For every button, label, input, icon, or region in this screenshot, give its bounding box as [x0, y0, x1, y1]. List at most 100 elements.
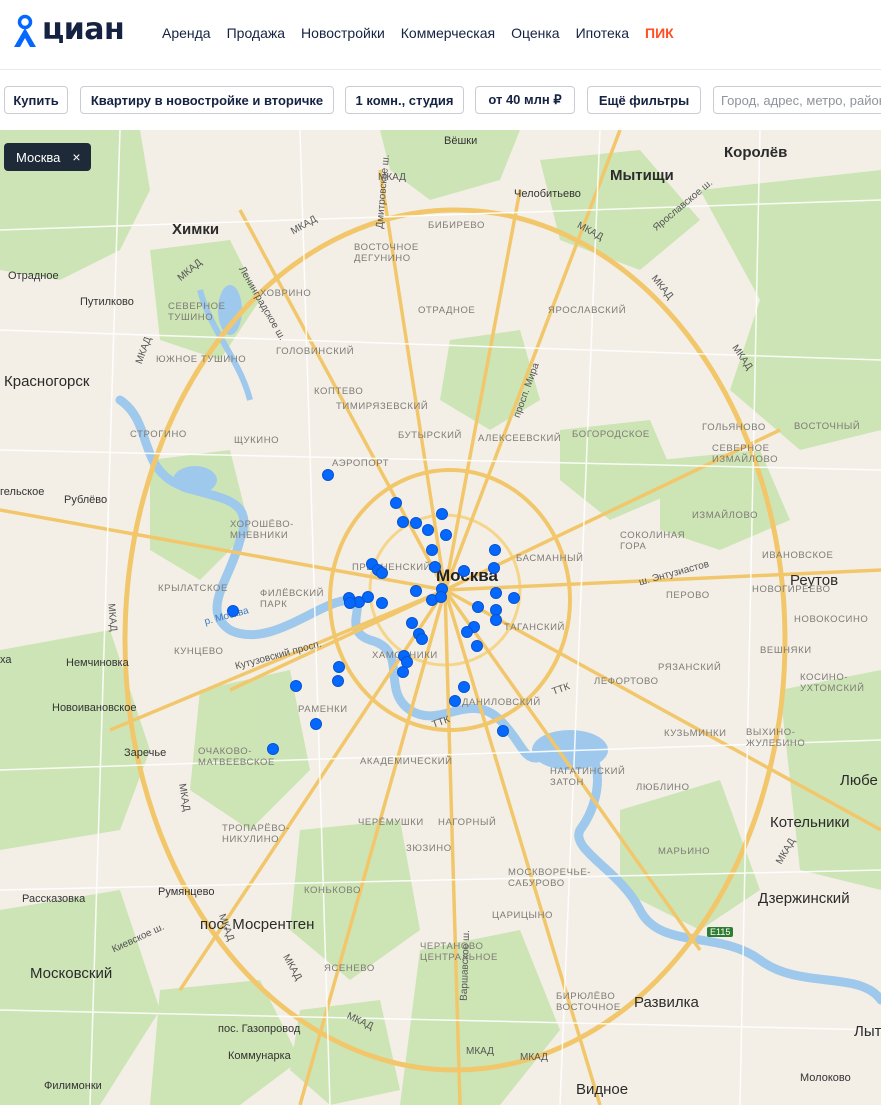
listing-marker[interactable] [440, 529, 452, 541]
district-label: ЦАРИЦЫНО [492, 910, 554, 921]
district-label: МОСКВОРЕЧЬЕ-САБУРОВО [508, 867, 592, 889]
price-button[interactable]: от 40 млн ₽ [475, 86, 575, 114]
town-label: ха [0, 654, 12, 666]
listing-marker[interactable] [489, 544, 501, 556]
pin-logo-icon [12, 9, 38, 49]
district-label: КУНЦЕВО [174, 646, 224, 657]
town-label: Румянцево [158, 886, 215, 898]
district-label: СТРОГИНО [130, 429, 187, 440]
listing-marker[interactable] [362, 591, 374, 603]
city-label: Развилка [634, 994, 699, 1011]
listing-marker[interactable] [406, 617, 418, 629]
listing-marker[interactable] [376, 567, 388, 579]
district-label: ХОРОШЁВО-МНЕВНИКИ [230, 519, 294, 541]
listing-marker[interactable] [267, 743, 279, 755]
listing-marker[interactable] [490, 614, 502, 626]
listing-marker[interactable] [422, 524, 434, 536]
district-label: СОКОЛИНАЯ ГОРА [620, 530, 686, 552]
listing-marker[interactable] [490, 587, 502, 599]
district-label: ЛЮБЛИНО [636, 782, 690, 793]
road-label: МКАД [105, 603, 119, 632]
district-label: ТАГАНСКИЙ [504, 622, 565, 633]
nav-rent[interactable]: Аренда [162, 25, 211, 41]
district-label: КРЫЛАТСКОЕ [158, 583, 228, 594]
nav-sale[interactable]: Продажа [227, 25, 285, 41]
city-label: Химки [172, 221, 220, 238]
main-nav: Аренда Продажа Новостройки Коммерческая … [162, 25, 690, 41]
listing-marker[interactable] [416, 633, 428, 645]
district-label: ИВАНОВСКОЕ [762, 550, 834, 561]
town-label: Новоивановское [52, 702, 137, 714]
listing-marker[interactable] [227, 605, 239, 617]
district-label: МАРЬИНО [658, 846, 711, 857]
town-label: Молоково [800, 1072, 851, 1084]
nav-mortgage[interactable]: Ипотека [576, 25, 629, 41]
town-label: Отрадное [8, 270, 59, 282]
city-label: Красногорск [4, 373, 90, 390]
listing-marker[interactable] [344, 597, 356, 609]
city-label: Любе [840, 772, 878, 789]
listing-marker[interactable] [429, 561, 441, 573]
town-label: Рассказовка [22, 893, 86, 905]
search-input[interactable] [713, 86, 881, 114]
nav-valuation[interactable]: Оценка [511, 25, 560, 41]
town-label: Коммунарка [228, 1050, 291, 1062]
map[interactable]: Москва × Москва Химки Мытищи Королёв Кра… [0, 130, 881, 1105]
route-badge: E115 [707, 927, 734, 937]
listing-marker[interactable] [290, 680, 302, 692]
town-label: Путилково [80, 296, 134, 308]
listing-marker[interactable] [390, 497, 402, 509]
listing-marker[interactable] [410, 517, 422, 529]
listing-marker[interactable] [471, 640, 483, 652]
listing-marker[interactable] [410, 585, 422, 597]
district-label: ВОСТОЧНОЕ ДЕГУНИНО [354, 242, 419, 264]
listing-marker[interactable] [322, 469, 334, 481]
city-label: Дзержинский [758, 890, 850, 907]
listing-marker[interactable] [458, 681, 470, 693]
more-filters-button[interactable]: Ещё фильтры [587, 86, 701, 114]
close-icon[interactable]: × [72, 149, 80, 165]
city-label: Лыт [854, 1023, 881, 1040]
district-label: КОСИНО-УХТОМСКИЙ [800, 672, 865, 694]
city-label: Королёв [724, 144, 788, 161]
district-label: ТИМИРЯЗЕВСКИЙ [336, 401, 429, 412]
listing-marker[interactable] [472, 601, 484, 613]
region-chip[interactable]: Москва × [4, 143, 91, 171]
deal-type-button[interactable]: Купить [4, 86, 68, 114]
listing-marker[interactable] [508, 592, 520, 604]
district-label: НАГОРНЫЙ [438, 817, 497, 828]
listing-marker[interactable] [397, 666, 409, 678]
district-label: ДАНИЛОВСКИЙ [462, 697, 541, 708]
listing-marker[interactable] [488, 562, 500, 574]
listing-marker[interactable] [426, 544, 438, 556]
listing-marker[interactable] [376, 597, 388, 609]
listing-marker[interactable] [332, 675, 344, 687]
object-type-button[interactable]: Квартиру в новостройке и вторичке [80, 86, 334, 114]
town-label: пос. Газопровод [218, 1023, 301, 1035]
city-label: Котельники [770, 814, 850, 831]
district-label: СЕВЕРНОЕ ИЗМАЙЛОВО [712, 443, 779, 465]
nav-pik[interactable]: ПИК [645, 25, 674, 41]
cian-logo[interactable]: циан [12, 8, 127, 50]
listing-marker[interactable] [461, 626, 473, 638]
road-label: МКАД [520, 1052, 548, 1063]
district-label: ЗЮЗИНО [406, 843, 452, 854]
district-label: ЯСЕНЕВО [324, 963, 375, 974]
city-label: Московский [30, 965, 113, 982]
district-label: БИРЮЛЁВО ВОСТОЧНОЕ [556, 991, 621, 1013]
listing-marker[interactable] [397, 516, 409, 528]
district-label: БОГОРОДСКОЕ [572, 429, 650, 440]
listing-marker[interactable] [435, 591, 447, 603]
listing-marker[interactable] [436, 508, 448, 520]
nav-new-buildings[interactable]: Новостройки [301, 25, 385, 41]
district-label: ПРЕСНЕНСКИЙ [352, 562, 432, 573]
listing-marker[interactable] [449, 695, 461, 707]
listing-marker[interactable] [333, 661, 345, 673]
listing-marker[interactable] [310, 718, 322, 730]
listing-marker[interactable] [497, 725, 509, 737]
listing-marker[interactable] [458, 565, 470, 577]
nav-commercial[interactable]: Коммерческая [401, 25, 495, 41]
district-label: НОВОГИРЕЕВО [752, 584, 831, 595]
district-label: КОНЬКОВО [304, 885, 361, 896]
rooms-button[interactable]: 1 комн., студия [345, 86, 464, 114]
